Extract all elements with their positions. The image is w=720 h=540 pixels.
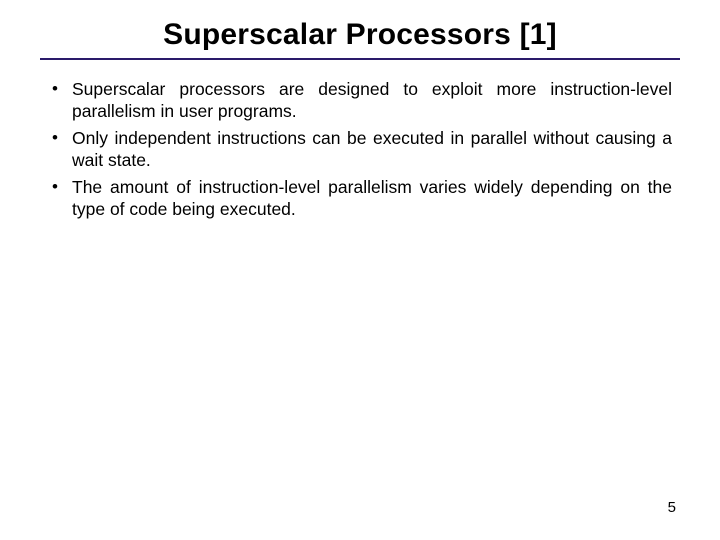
title-underline	[40, 58, 680, 60]
bullet-list: Superscalar processors are designed to e…	[40, 78, 680, 220]
slide: Superscalar Processors [1] Superscalar p…	[0, 0, 720, 540]
bullet-item: Only independent instructions can be exe…	[48, 127, 672, 172]
page-number: 5	[668, 499, 676, 516]
slide-title: Superscalar Processors [1]	[40, 18, 680, 52]
bullet-item: Superscalar processors are designed to e…	[48, 78, 672, 123]
bullet-item: The amount of instruction-level parallel…	[48, 176, 672, 221]
